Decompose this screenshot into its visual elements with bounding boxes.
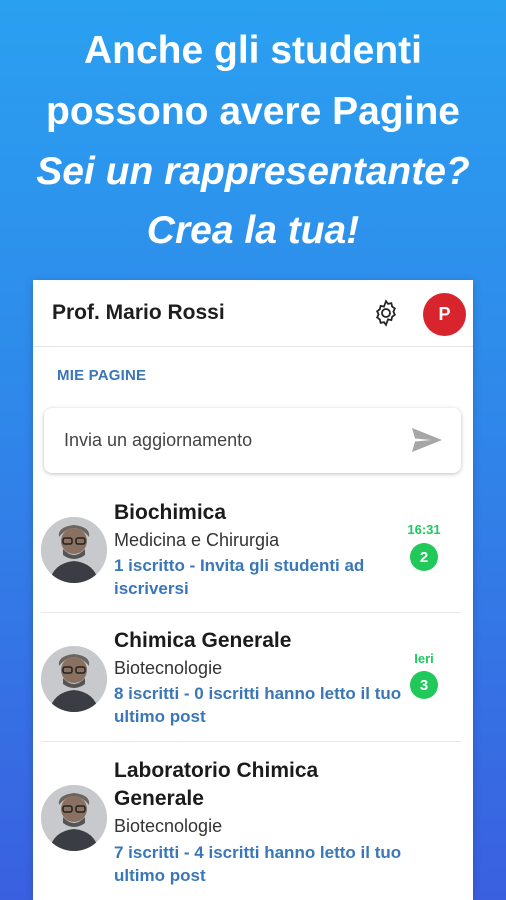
list-item[interactable]: Biochimica Medicina e Chirurgia 1 iscrit…	[33, 495, 473, 613]
list-item[interactable]: Laboratorio Chimica Generale Biotecnolog…	[33, 754, 473, 900]
list-item[interactable]: Chimica Generale Biotecnologie 8 iscritt…	[33, 624, 473, 742]
promo-line-2: possono avere Pagine	[46, 90, 460, 133]
settings-gear-icon[interactable]	[370, 297, 402, 329]
page-stats[interactable]: 8 iscritti - 0 iscritti hanno letto il t…	[114, 682, 404, 728]
promo-line-3: Sei un rappresentante?	[36, 150, 470, 193]
update-input-placeholder: Invia un aggiornamento	[64, 430, 253, 450]
page-subtitle: Biotecnologie	[114, 658, 223, 678]
unread-count-badge: 2	[410, 543, 438, 571]
page-avatar	[41, 785, 107, 851]
divider	[41, 741, 461, 742]
page-name: Chimica Generale	[114, 629, 292, 652]
section-label-my-pages[interactable]: MIE PAGINE	[57, 367, 146, 384]
page-stats[interactable]: 1 iscritto - Invita gli studenti ad iscr…	[114, 554, 404, 600]
page-subtitle: Biotecnologie	[114, 816, 223, 836]
page-stats[interactable]: 7 iscritti - 4 iscritti hanno letto il t…	[114, 841, 404, 887]
page-name: Biochimica	[114, 501, 227, 524]
page-name: Laboratorio Chimica Generale	[114, 759, 319, 810]
app-screen: Prof. Mario Rossi P MIE PAGINE Invia un …	[33, 280, 473, 900]
send-icon[interactable]	[411, 426, 443, 454]
user-avatar[interactable]: P	[423, 293, 466, 336]
page-subtitle: Medicina e Chirurgia	[114, 530, 280, 550]
promo-banner: Anche gli studenti possono avere Pagine …	[0, 0, 506, 270]
page-avatar	[41, 517, 107, 583]
unread-count-badge: 3	[410, 671, 438, 699]
profile-title: Prof. Mario Rossi	[52, 301, 225, 324]
divider	[41, 612, 461, 613]
page-avatar	[41, 646, 107, 712]
last-activity-time: 16:31	[407, 522, 441, 537]
promo-line-4: Crea la tua!	[146, 209, 360, 252]
update-input[interactable]: Invia un aggiornamento	[44, 408, 461, 473]
promo-line-1: Anche gli studenti	[83, 29, 422, 72]
app-bar: Prof. Mario Rossi P	[33, 280, 473, 347]
last-activity-time: Ieri	[414, 651, 434, 666]
